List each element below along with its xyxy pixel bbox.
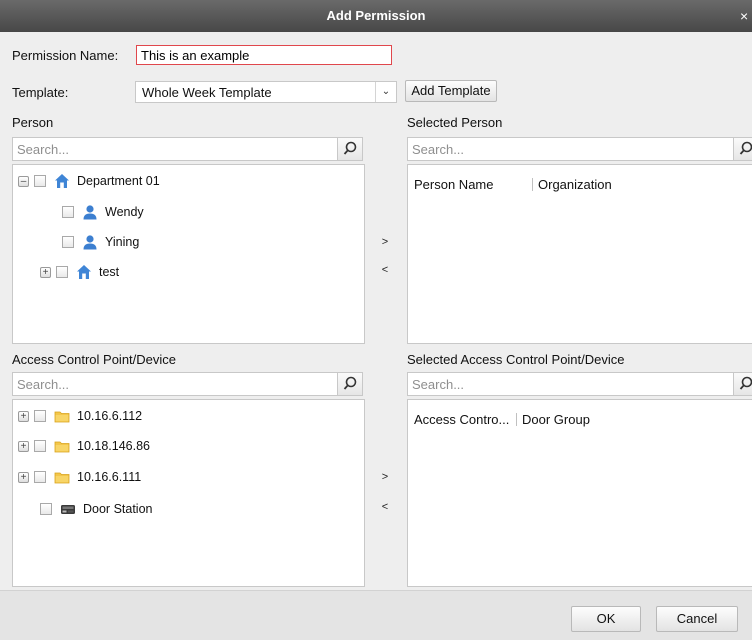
person-icon xyxy=(82,204,98,220)
tree-node-device[interactable]: Door Station xyxy=(40,498,152,520)
tree-node-label: Department 01 xyxy=(77,174,160,188)
tree-node-label: 10.16.6.111 xyxy=(77,470,142,484)
template-label: Template: xyxy=(12,85,69,100)
selected-device-label: Selected Access Control Point/Device xyxy=(407,352,625,367)
column-divider[interactable] xyxy=(516,413,517,426)
selected-person-search[interactable]: Search... xyxy=(407,137,752,161)
tree-node-person[interactable]: Yining xyxy=(62,231,139,253)
tree-node-label: Door Station xyxy=(83,502,153,516)
checkbox[interactable] xyxy=(56,266,68,278)
dialog-footer: OK Cancel xyxy=(0,590,752,640)
expand-icon[interactable]: + xyxy=(18,410,29,422)
device-search[interactable]: Search... xyxy=(12,372,363,396)
selected-person-table: Person Name Organization xyxy=(407,164,752,344)
tree-node-device[interactable]: + 10.18.146.86 xyxy=(18,435,150,457)
permission-name-input[interactable] xyxy=(136,45,392,65)
remove-person-button[interactable]: < xyxy=(379,264,391,276)
add-person-button[interactable]: > xyxy=(379,236,391,248)
checkbox[interactable] xyxy=(34,440,46,452)
tree-node-department[interactable]: – Department 01 xyxy=(18,170,160,192)
expand-icon[interactable]: + xyxy=(40,266,51,278)
checkbox[interactable] xyxy=(62,236,74,248)
add-template-button[interactable]: Add Template xyxy=(405,80,497,102)
door-station-icon xyxy=(60,501,76,517)
selected-person-label: Selected Person xyxy=(407,115,503,130)
expand-icon[interactable]: + xyxy=(18,471,29,483)
checkbox[interactable] xyxy=(40,503,52,515)
folder-icon xyxy=(54,469,70,485)
search-icon[interactable] xyxy=(337,373,362,395)
selected-person-search-placeholder: Search... xyxy=(412,142,465,157)
tree-node-device[interactable]: + 10.16.6.111 xyxy=(18,466,141,488)
title-bar: Add Permission × xyxy=(0,0,752,32)
collapse-icon[interactable]: – xyxy=(18,175,29,187)
tree-node-label: 10.16.6.112 xyxy=(77,409,143,423)
cancel-button[interactable]: Cancel xyxy=(656,606,738,632)
column-header-person-name[interactable]: Person Name xyxy=(414,177,493,192)
person-label: Person xyxy=(12,115,54,130)
close-icon[interactable]: × xyxy=(740,0,752,32)
tree-node-label: 10.18.146.86 xyxy=(77,439,150,453)
column-header-access-control[interactable]: Access Contro... xyxy=(414,412,509,427)
search-icon[interactable] xyxy=(337,138,362,160)
search-icon[interactable] xyxy=(733,138,752,160)
add-permission-dialog: Add Permission × Permission Name: Templa… xyxy=(0,0,752,640)
add-device-button[interactable]: > xyxy=(379,471,391,483)
column-header-door-group[interactable]: Door Group xyxy=(522,412,590,427)
checkbox[interactable] xyxy=(34,471,46,483)
selected-device-table: Access Contro... Door Group xyxy=(407,399,752,587)
selected-device-search[interactable]: Search... xyxy=(407,372,752,396)
remove-device-button[interactable]: < xyxy=(379,501,391,513)
tree-node-label: Wendy xyxy=(105,205,144,219)
device-label: Access Control Point/Device xyxy=(12,352,177,367)
checkbox[interactable] xyxy=(34,175,46,187)
house-icon xyxy=(54,173,70,189)
person-tree-panel: – Department 01 Wendy Yining + test xyxy=(12,164,365,344)
search-icon[interactable] xyxy=(733,373,752,395)
tree-node-label: test xyxy=(99,265,120,279)
ok-button[interactable]: OK xyxy=(571,606,641,632)
column-header-organization[interactable]: Organization xyxy=(538,177,612,192)
chevron-down-icon[interactable]: ⌄ xyxy=(375,82,396,102)
person-search[interactable]: Search... xyxy=(12,137,363,161)
tree-node-device[interactable]: + 10.16.6.112 xyxy=(18,405,142,427)
checkbox[interactable] xyxy=(34,410,46,422)
template-select[interactable]: Whole Week Template ⌄ xyxy=(135,81,397,103)
permission-name-label: Permission Name: xyxy=(12,48,119,63)
tree-node-person[interactable]: Wendy xyxy=(62,201,144,223)
folder-icon xyxy=(54,438,70,454)
selected-device-search-placeholder: Search... xyxy=(412,377,465,392)
folder-icon xyxy=(54,408,70,424)
template-select-value: Whole Week Template xyxy=(142,85,272,100)
person-icon xyxy=(82,234,98,250)
tree-node-label: Yining xyxy=(105,235,140,249)
expand-icon[interactable]: + xyxy=(18,440,29,452)
tree-node-department[interactable]: + test xyxy=(40,261,119,283)
checkbox[interactable] xyxy=(62,206,74,218)
dialog-title: Add Permission xyxy=(326,8,426,23)
device-tree-panel: + 10.16.6.112 + 10.18.146.86 + 10.16.6.1… xyxy=(12,399,365,587)
person-search-placeholder: Search... xyxy=(17,142,70,157)
device-search-placeholder: Search... xyxy=(17,377,70,392)
house-icon xyxy=(76,264,92,280)
column-divider[interactable] xyxy=(532,178,533,191)
